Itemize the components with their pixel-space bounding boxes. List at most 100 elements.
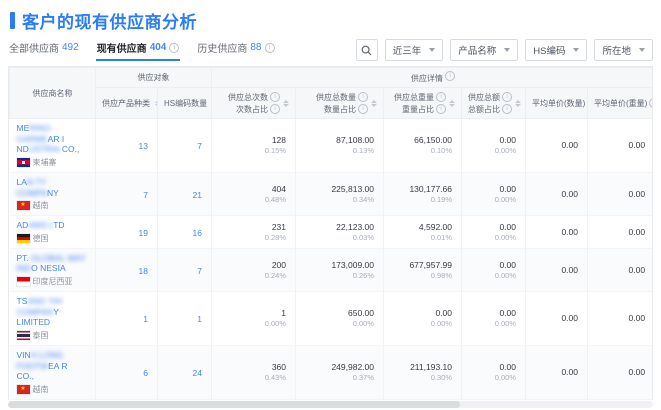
count_pct: 0.24% bbox=[218, 271, 286, 280]
info-icon[interactable] bbox=[649, 98, 653, 108]
col-header-total-count[interactable]: 供应总次数次数占比 bbox=[212, 88, 296, 119]
total_qty: 249,982.00 bbox=[302, 362, 374, 372]
total_count: 360 bbox=[218, 362, 286, 372]
table-row: VINH LONG FOOTWEA R CO.,越南6243600.43%249… bbox=[10, 345, 654, 399]
avg_price_weight: 0.00 bbox=[594, 140, 645, 150]
sort-icon[interactable] bbox=[283, 100, 289, 107]
supplier-name-link[interactable]: ADAMS LTD bbox=[17, 220, 87, 231]
tab-历史供应商[interactable]: 历史供应商88 bbox=[196, 38, 275, 61]
supplier-product-types-link[interactable]: 6 bbox=[143, 368, 148, 378]
info-icon[interactable] bbox=[445, 71, 455, 81]
hs_codes-cell: 1 bbox=[158, 292, 212, 346]
total_count: 404 bbox=[218, 184, 286, 194]
count_pct: 0.43% bbox=[218, 373, 286, 382]
scrollbar-thumb[interactable] bbox=[8, 401, 460, 408]
sort-icon[interactable] bbox=[515, 100, 521, 107]
supplier-product-types-link[interactable]: 7 bbox=[143, 190, 148, 200]
supplier-product-types-link[interactable]: 1 bbox=[143, 314, 148, 324]
info-icon[interactable] bbox=[270, 92, 280, 102]
col-header-hs-code-count[interactable]: HS编码数量 bbox=[158, 88, 212, 119]
total_amount-cell: 0.000.00% bbox=[462, 399, 526, 400]
total_qty-cell: 87,108.000.13% bbox=[296, 119, 384, 173]
country-label: 泰国 bbox=[33, 330, 49, 341]
total_qty-cell: 173,009.000.26% bbox=[296, 248, 384, 291]
total_qty: 650.00 bbox=[302, 308, 374, 318]
qty_pct: 0.34% bbox=[302, 195, 374, 204]
col-header-total-quantity[interactable]: 供应总数量数量占比 bbox=[296, 88, 384, 119]
hs-code-count-link[interactable]: 21 bbox=[193, 190, 202, 200]
filter-dropdown-所在地[interactable]: 所在地 bbox=[594, 39, 653, 61]
search-icon bbox=[361, 45, 372, 56]
avg_price_qty: 0.00 bbox=[532, 189, 578, 199]
amount_pct: 0.00% bbox=[468, 319, 516, 328]
filter-dropdowns: 近三年产品名称 HS编码所在地 bbox=[385, 39, 653, 61]
col-header-avg-price-weight[interactable]: 平均单价(重量) bbox=[588, 88, 654, 119]
info-icon[interactable] bbox=[265, 43, 275, 53]
supplier-country: 印度尼西亚 bbox=[17, 276, 87, 287]
dropdown-label: 产品名称 bbox=[458, 43, 496, 57]
info-icon[interactable] bbox=[169, 43, 179, 53]
product_types-cell: 18 bbox=[96, 248, 158, 291]
col-header-total-weight[interactable]: 供应总重量重量占比 bbox=[384, 88, 462, 119]
hs_codes-cell: 16 bbox=[158, 216, 212, 249]
col-header-total-amount[interactable]: 供应总额总额占比 bbox=[462, 88, 526, 119]
total_weight-cell: 66,150.000.10% bbox=[384, 119, 462, 173]
avg_price_qty: 0.00 bbox=[532, 140, 578, 150]
sort-icon[interactable] bbox=[449, 100, 455, 107]
supplier-name-link[interactable]: LAN TY COMPANY bbox=[17, 177, 87, 198]
avg_price_weight-cell: 0.00 bbox=[588, 345, 654, 399]
indonesia-flag-icon bbox=[17, 277, 30, 286]
total_count: 1 bbox=[218, 308, 286, 318]
supplier-name-link[interactable]: VINH LONG FOOTWEA R CO., bbox=[17, 350, 87, 382]
hs-code-count-link[interactable]: 16 bbox=[193, 228, 202, 238]
avg_price_qty-cell: 0.00 bbox=[526, 248, 588, 291]
total_count-cell: 4040.48% bbox=[212, 172, 296, 215]
filter-dropdown-近三年[interactable]: 近三年 bbox=[385, 39, 444, 61]
hs-code-count-link[interactable]: 7 bbox=[197, 266, 202, 276]
supplier-name-link[interactable]: PT. GLOBAL WAY INDO NESIA bbox=[17, 253, 87, 274]
info-icon[interactable] bbox=[502, 92, 512, 102]
search-button[interactable] bbox=[356, 39, 378, 61]
count_pct: 0.00% bbox=[218, 319, 286, 328]
filter-bar: 近三年产品名称 HS编码所在地 bbox=[356, 39, 653, 61]
info-icon[interactable] bbox=[436, 104, 446, 114]
total_weight-cell: 130,177.660.19% bbox=[384, 172, 462, 215]
total_amount-cell: 0.000.00% bbox=[462, 216, 526, 249]
horizontal-scrollbar[interactable] bbox=[8, 401, 653, 408]
total_amount-cell: 0.000.00% bbox=[462, 119, 526, 173]
page-title: 客户的现有供应商分析 bbox=[22, 8, 197, 33]
info-icon[interactable] bbox=[358, 92, 368, 102]
sort-icon[interactable] bbox=[371, 100, 377, 107]
tab-label: 全部供应商 bbox=[9, 40, 59, 55]
avg_price_weight-cell: 0.00 bbox=[588, 292, 654, 346]
total_weight-cell: 4,592.000.01% bbox=[384, 216, 462, 249]
supplier-product-types-link[interactable]: 19 bbox=[139, 228, 148, 238]
avg_price_weight: 0.00 bbox=[594, 227, 645, 237]
thailand-flag-icon bbox=[17, 331, 30, 340]
germany-flag-icon bbox=[17, 234, 30, 243]
product_types-cell: 13 bbox=[96, 119, 158, 173]
hs_codes-cell: 21 bbox=[158, 172, 212, 215]
col-header-product-types[interactable]: 供应产品种类 bbox=[96, 88, 158, 119]
supplier-product-types-link[interactable]: 13 bbox=[139, 141, 148, 151]
supplier-name-link[interactable]: TSANG YIH COMPANY LIMITED bbox=[17, 296, 87, 328]
info-icon[interactable] bbox=[436, 92, 446, 102]
info-icon[interactable] bbox=[270, 104, 280, 114]
filter-dropdown-产品名称[interactable]: 产品名称 bbox=[450, 39, 518, 61]
supplier-product-types-link[interactable]: 18 bbox=[139, 266, 148, 276]
avg_price_weight: 0.00 bbox=[594, 265, 645, 275]
filter-dropdown-HS编码[interactable]: HS编码 bbox=[525, 39, 587, 61]
avg_price_qty: 0.00 bbox=[532, 227, 578, 237]
supplier-name-link[interactable]: MERINO GARMEAR I NDUSTRIA CO., bbox=[17, 123, 87, 155]
tab-现有供应商[interactable]: 现有供应商404 bbox=[96, 38, 181, 61]
total_amount: 0.00 bbox=[468, 184, 516, 194]
hs-code-count-link[interactable]: 24 bbox=[193, 368, 202, 378]
hs-code-count-link[interactable]: 1 bbox=[197, 314, 202, 324]
total_qty: 87,108.00 bbox=[302, 135, 374, 145]
avg_price_weight-cell: 0.00 bbox=[588, 216, 654, 249]
tab-全部供应商[interactable]: 全部供应商492 bbox=[8, 38, 80, 61]
info-icon[interactable] bbox=[358, 104, 368, 114]
col-header-avg-price-quantity[interactable]: 平均单价(数量) bbox=[526, 88, 588, 119]
info-icon[interactable] bbox=[502, 104, 512, 114]
hs-code-count-link[interactable]: 7 bbox=[197, 141, 202, 151]
